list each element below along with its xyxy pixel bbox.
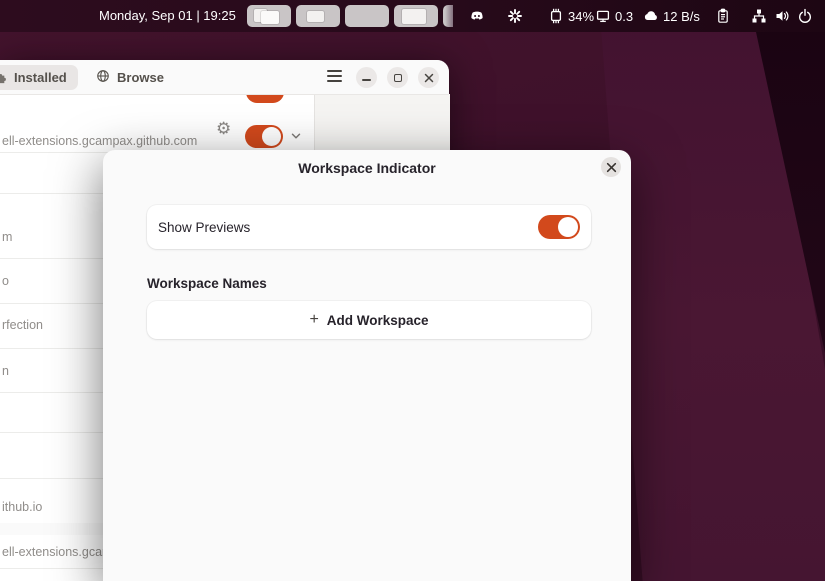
cpu-indicator[interactable]: 34% [548,8,594,24]
clipboard-icon[interactable] [715,8,731,24]
discord-icon[interactable] [469,8,485,24]
minimize-button[interactable] [356,67,377,88]
extension-row-fragment[interactable]: rfection [2,318,43,332]
minimize-icon [362,79,371,81]
close-icon [424,73,434,83]
clock-menu[interactable]: Monday, Sep 01 | 19:25 [99,8,236,23]
extension-toggle-partial[interactable] [246,94,284,103]
workspace-window-thumb [402,9,426,24]
show-previews-row[interactable]: Show Previews [147,205,591,249]
cpu-chip-icon [548,8,564,24]
extension-domain: ell-extensions.gcampax.github.com [2,134,197,148]
extension-row-fragment[interactable]: m [2,230,12,244]
top-bar: Monday, Sep 01 | 19:25 [0,0,825,32]
workspace-switcher [247,5,453,27]
workspace-preview-4[interactable] [394,5,438,27]
toggle-knob [262,127,281,146]
display-value: 0.3 [615,9,633,24]
workspace-preview-1[interactable] [247,5,291,27]
maximize-button[interactable] [387,67,408,88]
tab-browse[interactable]: Browse [96,65,164,90]
workspace-window-thumb [261,11,279,24]
cloud-icon [643,8,659,24]
extension-row-fragment[interactable]: ithub.io [2,500,42,514]
workspace-indicator-dialog: Workspace Indicator Show Previews Worksp… [103,150,631,581]
add-workspace-button[interactable]: + Add Workspace [147,301,591,339]
close-icon [606,162,617,173]
extension-row-fragment[interactable]: n [2,364,9,378]
network-speed-indicator[interactable]: 12 B/s [643,8,700,24]
desktop-screen: Monday, Sep 01 | 19:25 [0,0,825,581]
extension-row-fragment[interactable]: o [2,274,9,288]
plus-icon: + [309,312,318,328]
headerbar: Installed Browse [0,60,449,95]
display-icon [595,8,611,24]
network-tree-icon[interactable] [751,8,767,24]
show-previews-label: Show Previews [158,220,538,235]
workspace-names-heading: Workspace Names [147,276,267,291]
network-speed-value: 12 B/s [663,9,700,24]
power-icon[interactable] [797,8,813,24]
display-indicator[interactable]: 0.3 [595,8,633,24]
workspace-window-thumb [307,11,324,22]
toggle-knob [558,217,578,237]
dialog-title: Workspace Indicator [103,160,631,176]
close-button[interactable] [418,67,439,88]
workspace-preview-2[interactable] [296,5,340,27]
dialog-close-button[interactable] [601,157,621,177]
menu-icon[interactable] [327,70,342,82]
maximize-icon [394,74,402,82]
gear-icon[interactable]: ⚙ [216,120,231,137]
puzzle-piece-icon [0,70,9,85]
pinwheel-icon[interactable] [507,8,523,24]
chevron-down-icon[interactable] [289,129,303,148]
tab-installed[interactable]: Installed [0,65,78,90]
add-workspace-label: Add Workspace [327,313,429,328]
cpu-usage-value: 34% [568,9,594,24]
show-previews-toggle[interactable] [538,215,580,239]
workspace-preview-3[interactable] [345,5,389,27]
extension-toggle[interactable] [245,125,283,148]
volume-icon[interactable] [774,8,790,24]
workspace-preview-5-partial[interactable] [443,5,453,27]
tab-installed-label: Installed [14,70,67,85]
tab-browse-label: Browse [117,70,164,85]
globe-icon [96,69,110,86]
